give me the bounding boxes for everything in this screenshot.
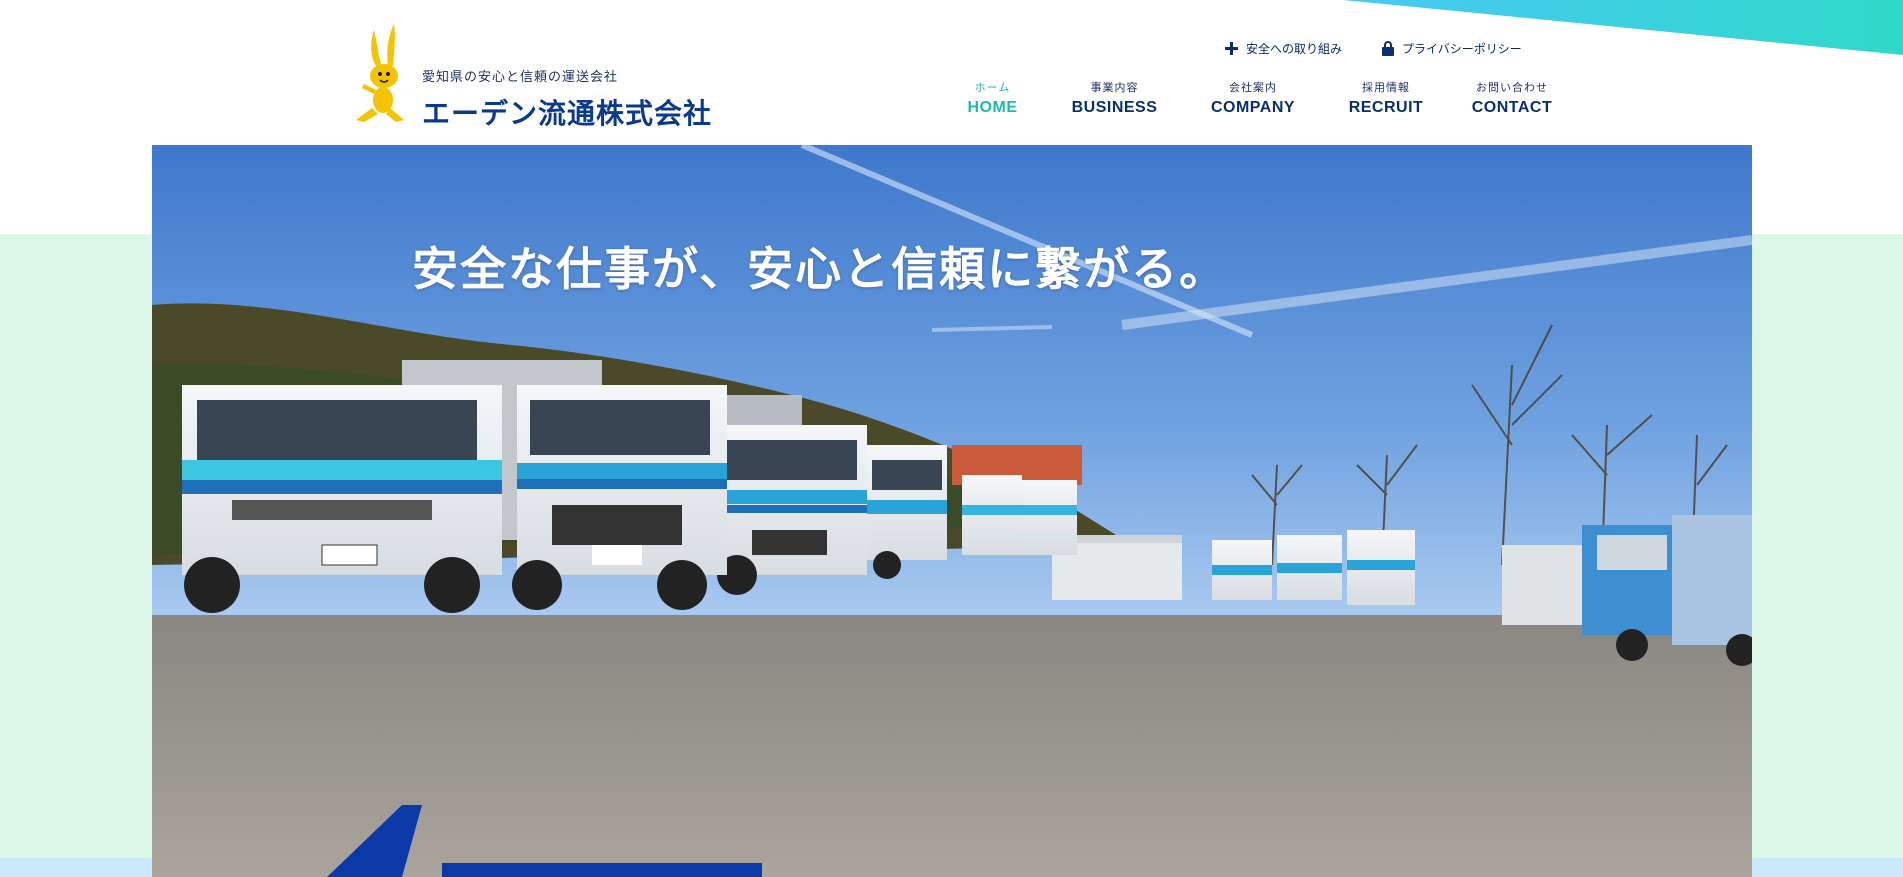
privacy-policy-link[interactable]: プライバシーポリシー: [1382, 38, 1522, 58]
safety-link[interactable]: 安全への取り組み: [1225, 38, 1342, 58]
nav-contact-label: CONTACT: [1471, 99, 1553, 116]
nav-contact-sub: お問い合わせ: [1476, 81, 1548, 94]
nav-recruit-sub: 採用情報: [1362, 81, 1410, 94]
nav-home[interactable]: ホーム HOME: [955, 79, 1030, 117]
site-header: 愛知県の安心と信頼の運送会社 エーデン流通株式会社 安全への取り組み プライバシ…: [0, 0, 1903, 145]
hero-headline: 安全な仕事が、安心と信頼に繋がる。: [412, 242, 1228, 296]
lock-icon: [1382, 40, 1395, 56]
nav-business-label: BUSINESS: [1071, 99, 1158, 116]
rabbit-mascot-icon: [356, 24, 404, 122]
nav-contact[interactable]: お問い合わせ CONTACT: [1466, 79, 1558, 117]
nav-business-sub: 事業内容: [1090, 81, 1139, 94]
nav-home-label: HOME: [967, 99, 1018, 116]
nav-company-label: COMPANY: [1210, 99, 1296, 116]
nav-company-sub: 会社案内: [1229, 81, 1277, 94]
nav-business[interactable]: 事業内容 BUSINESS: [1062, 79, 1167, 117]
nav-home-sub: ホーム: [974, 81, 1011, 94]
nav-recruit-label: RECRUIT: [1348, 99, 1424, 116]
site-logo[interactable]: 愛知県の安心と信頼の運送会社 エーデン流通株式会社: [350, 22, 750, 132]
hero-section: 安全な仕事が、安心と信頼に繋がる。: [152, 145, 1752, 877]
company-name: エーデン流通株式会社: [422, 97, 713, 130]
company-tagline: 愛知県の安心と信頼の運送会社: [422, 70, 619, 85]
utility-links: 安全への取り組み プライバシーポリシー: [1225, 38, 1522, 58]
plus-icon: [1225, 41, 1238, 55]
privacy-policy-label: プライバシーポリシー: [1402, 41, 1522, 56]
nav-company[interactable]: 会社案内 COMPANY: [1201, 79, 1305, 117]
safety-link-label: 安全への取り組み: [1246, 41, 1343, 56]
nav-recruit[interactable]: 採用情報 RECRUIT: [1338, 79, 1434, 117]
